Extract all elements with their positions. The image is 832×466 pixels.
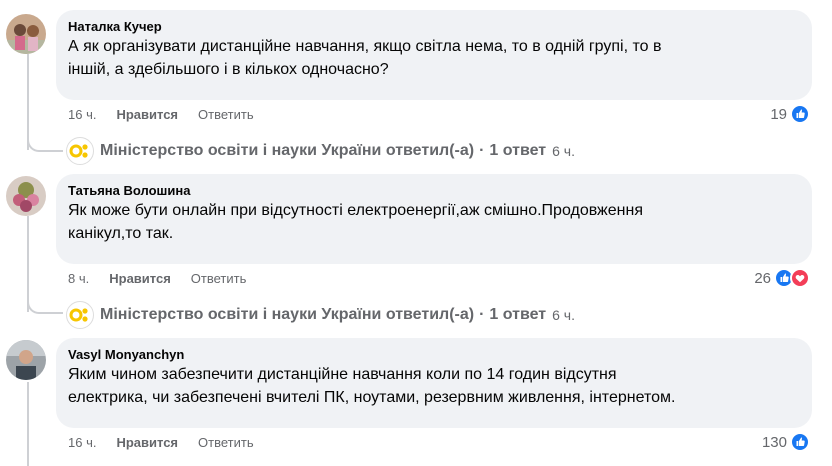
comment-author[interactable]: Vasyl Monyanchyn — [68, 346, 800, 363]
reply-button[interactable]: Ответить — [198, 435, 254, 451]
love-reaction-icon — [790, 268, 810, 288]
comment-text: А як організувати дистанційне навчання, … — [68, 38, 662, 78]
reply-time: 6 ч. — [552, 143, 575, 159]
like-button[interactable]: Нравится — [116, 107, 178, 123]
ministry-logo-icon — [66, 301, 94, 329]
reply-count: 1 ответ — [489, 142, 547, 159]
reply-connector — [27, 136, 63, 152]
comment-actions: 16 ч. Нравится Ответить — [68, 435, 254, 451]
comment-text: Яким чином забезпечити дистанційне навча… — [68, 366, 676, 406]
comment-time[interactable]: 16 ч. — [68, 435, 96, 451]
like-reaction-icon — [790, 104, 810, 124]
reaction-count: 19 — [770, 105, 787, 123]
separator: · — [479, 306, 485, 323]
reply-author: Міністерство освіти і науки України отве… — [100, 142, 475, 159]
like-reaction-icon — [790, 432, 810, 452]
avatar[interactable] — [6, 14, 46, 54]
comment-actions: 8 ч. Нравится Ответить — [68, 271, 246, 287]
thread-line — [27, 382, 29, 466]
comment-bubble: Наталка Кучер А як організувати дистанці… — [56, 10, 812, 100]
reply-time: 6 ч. — [552, 307, 575, 323]
comment-actions: 16 ч. Нравится Ответить — [68, 107, 254, 123]
comment-author[interactable]: Наталка Кучер — [68, 18, 800, 35]
view-replies-link[interactable]: Міністерство освіти і науки України отве… — [66, 301, 575, 329]
reply-author: Міністерство освіти і науки України отве… — [100, 306, 475, 323]
reaction-count: 130 — [761, 433, 787, 451]
reaction-summary[interactable]: 19 — [770, 104, 810, 124]
avatar[interactable] — [6, 340, 46, 380]
reaction-summary[interactable]: 26 — [754, 268, 810, 288]
comment-time[interactable]: 16 ч. — [68, 107, 96, 123]
comment-text: Як може бути онлайн при відсутності елек… — [68, 202, 643, 242]
comment-author[interactable]: Татьяна Волошина — [68, 182, 800, 199]
avatar[interactable] — [6, 176, 46, 216]
reaction-count: 26 — [754, 269, 771, 287]
reply-button[interactable]: Ответить — [191, 271, 247, 287]
reply-button[interactable]: Ответить — [198, 107, 254, 123]
reaction-summary[interactable]: 130 — [762, 432, 810, 452]
comment-bubble: Vasyl Monyanchyn Яким чином забезпечити … — [56, 338, 812, 428]
ministry-logo-icon — [66, 137, 94, 165]
like-button[interactable]: Нравится — [116, 435, 178, 451]
comment-bubble: Татьяна Волошина Як може бути онлайн при… — [56, 174, 812, 264]
comment-time[interactable]: 8 ч. — [68, 271, 89, 287]
view-replies-link[interactable]: Міністерство освіти і науки України отве… — [66, 137, 575, 165]
reply-count: 1 ответ — [489, 306, 547, 323]
like-button[interactable]: Нравится — [109, 271, 171, 287]
reply-connector — [27, 298, 63, 314]
separator: · — [479, 142, 485, 159]
